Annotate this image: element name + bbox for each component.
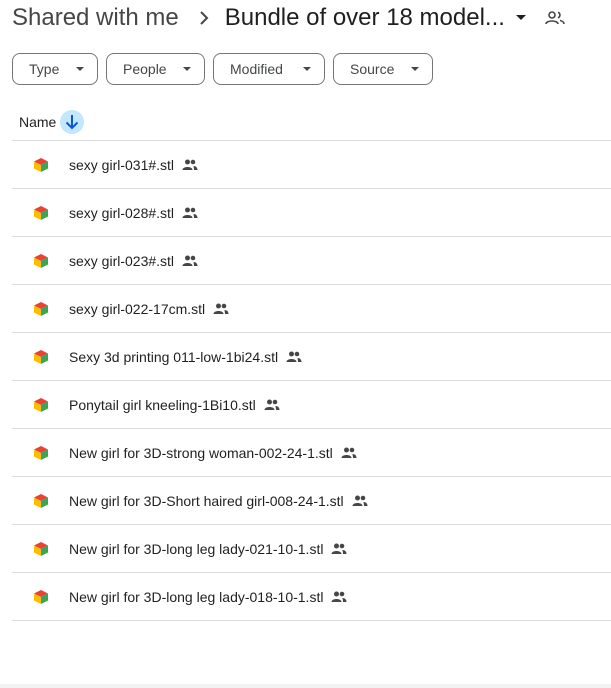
people-icon — [182, 159, 198, 171]
list-header: Name — [12, 104, 611, 141]
file-name: New girl for 3D-Short haired girl-008-24… — [69, 492, 344, 509]
file-name: New girl for 3D-long leg lady-021-10-1.s… — [69, 540, 324, 557]
people-icon — [286, 351, 302, 363]
people-icon — [213, 303, 229, 315]
caret-down-icon — [410, 66, 420, 72]
people-icon — [352, 495, 368, 507]
filter-people-label: People — [123, 61, 167, 77]
file-list: sexy girl-031#.stl sexy girl-028#.stl se… — [12, 141, 611, 621]
3d-model-icon — [33, 445, 49, 461]
bottom-edge — [0, 684, 611, 688]
people-icon — [264, 399, 280, 411]
filter-modified-chip[interactable]: Modified — [213, 53, 325, 85]
file-name: sexy girl-022-17cm.stl — [69, 300, 206, 317]
3d-model-icon — [33, 253, 49, 269]
arrow-down-icon — [65, 114, 79, 130]
filter-chips: Type People Modified Source — [12, 53, 433, 85]
people-icon — [182, 255, 198, 267]
file-name: New girl for 3D-long leg lady-018-10-1.s… — [69, 588, 324, 605]
filter-people-chip[interactable]: People — [106, 53, 205, 85]
file-row[interactable]: New girl for 3D-long leg lady-018-10-1.s… — [12, 573, 611, 621]
file-row[interactable]: sexy girl-028#.stl — [12, 189, 611, 237]
filter-type-label: Type — [29, 61, 60, 77]
file-name: sexy girl-031#.stl — [69, 156, 175, 173]
3d-model-icon — [33, 397, 49, 413]
caret-down-icon — [75, 66, 85, 72]
people-icon — [182, 207, 198, 219]
file-row[interactable]: New girl for 3D-long leg lady-021-10-1.s… — [12, 525, 611, 573]
file-name: sexy girl-028#.stl — [69, 204, 175, 221]
filter-modified-label: Modified — [230, 61, 283, 77]
3d-model-icon — [33, 589, 49, 605]
file-row[interactable]: New girl for 3D-strong woman-002-24-1.st… — [12, 429, 611, 477]
file-name: Sexy 3d printing 011-low-1bi24.stl — [69, 348, 279, 365]
sort-direction-button[interactable] — [60, 110, 85, 134]
breadcrumb-current-folder[interactable]: Bundle of over 18 model... — [225, 4, 505, 32]
file-row[interactable]: sexy girl-031#.stl — [12, 141, 611, 189]
chevron-right-icon — [199, 10, 209, 26]
3d-model-icon — [33, 301, 49, 317]
caret-down-icon — [302, 66, 312, 72]
file-name: New girl for 3D-strong woman-002-24-1.st… — [69, 444, 333, 461]
3d-model-icon — [33, 157, 49, 173]
filter-type-chip[interactable]: Type — [12, 53, 98, 85]
filter-source-chip[interactable]: Source — [333, 53, 433, 85]
file-row[interactable]: Sexy 3d printing 011-low-1bi24.stl — [12, 333, 611, 381]
filter-source-label: Source — [350, 61, 395, 77]
3d-model-icon — [33, 349, 49, 365]
3d-model-icon — [33, 541, 49, 557]
folder-menu-caret-down-icon[interactable] — [515, 14, 527, 22]
breadcrumb: Shared with me Bundle of over 18 model..… — [12, 0, 565, 36]
name-column-header[interactable]: Name — [19, 114, 56, 130]
3d-model-icon — [33, 205, 49, 221]
file-row[interactable]: Ponytail girl kneeling-1Bi10.stl — [12, 381, 611, 429]
people-icon — [331, 591, 347, 603]
3d-model-icon — [33, 493, 49, 509]
file-row[interactable]: sexy girl-023#.stl — [12, 237, 611, 285]
file-name: sexy girl-023#.stl — [69, 252, 175, 269]
file-name: Ponytail girl kneeling-1Bi10.stl — [69, 396, 256, 413]
breadcrumb-shared-with-me[interactable]: Shared with me — [12, 4, 179, 32]
people-icon — [331, 543, 347, 555]
folder-shared-people-icon[interactable] — [545, 10, 565, 26]
file-row[interactable]: sexy girl-022-17cm.stl — [12, 285, 611, 333]
file-row[interactable]: New girl for 3D-Short haired girl-008-24… — [12, 477, 611, 525]
people-icon — [341, 447, 357, 459]
caret-down-icon — [182, 66, 192, 72]
